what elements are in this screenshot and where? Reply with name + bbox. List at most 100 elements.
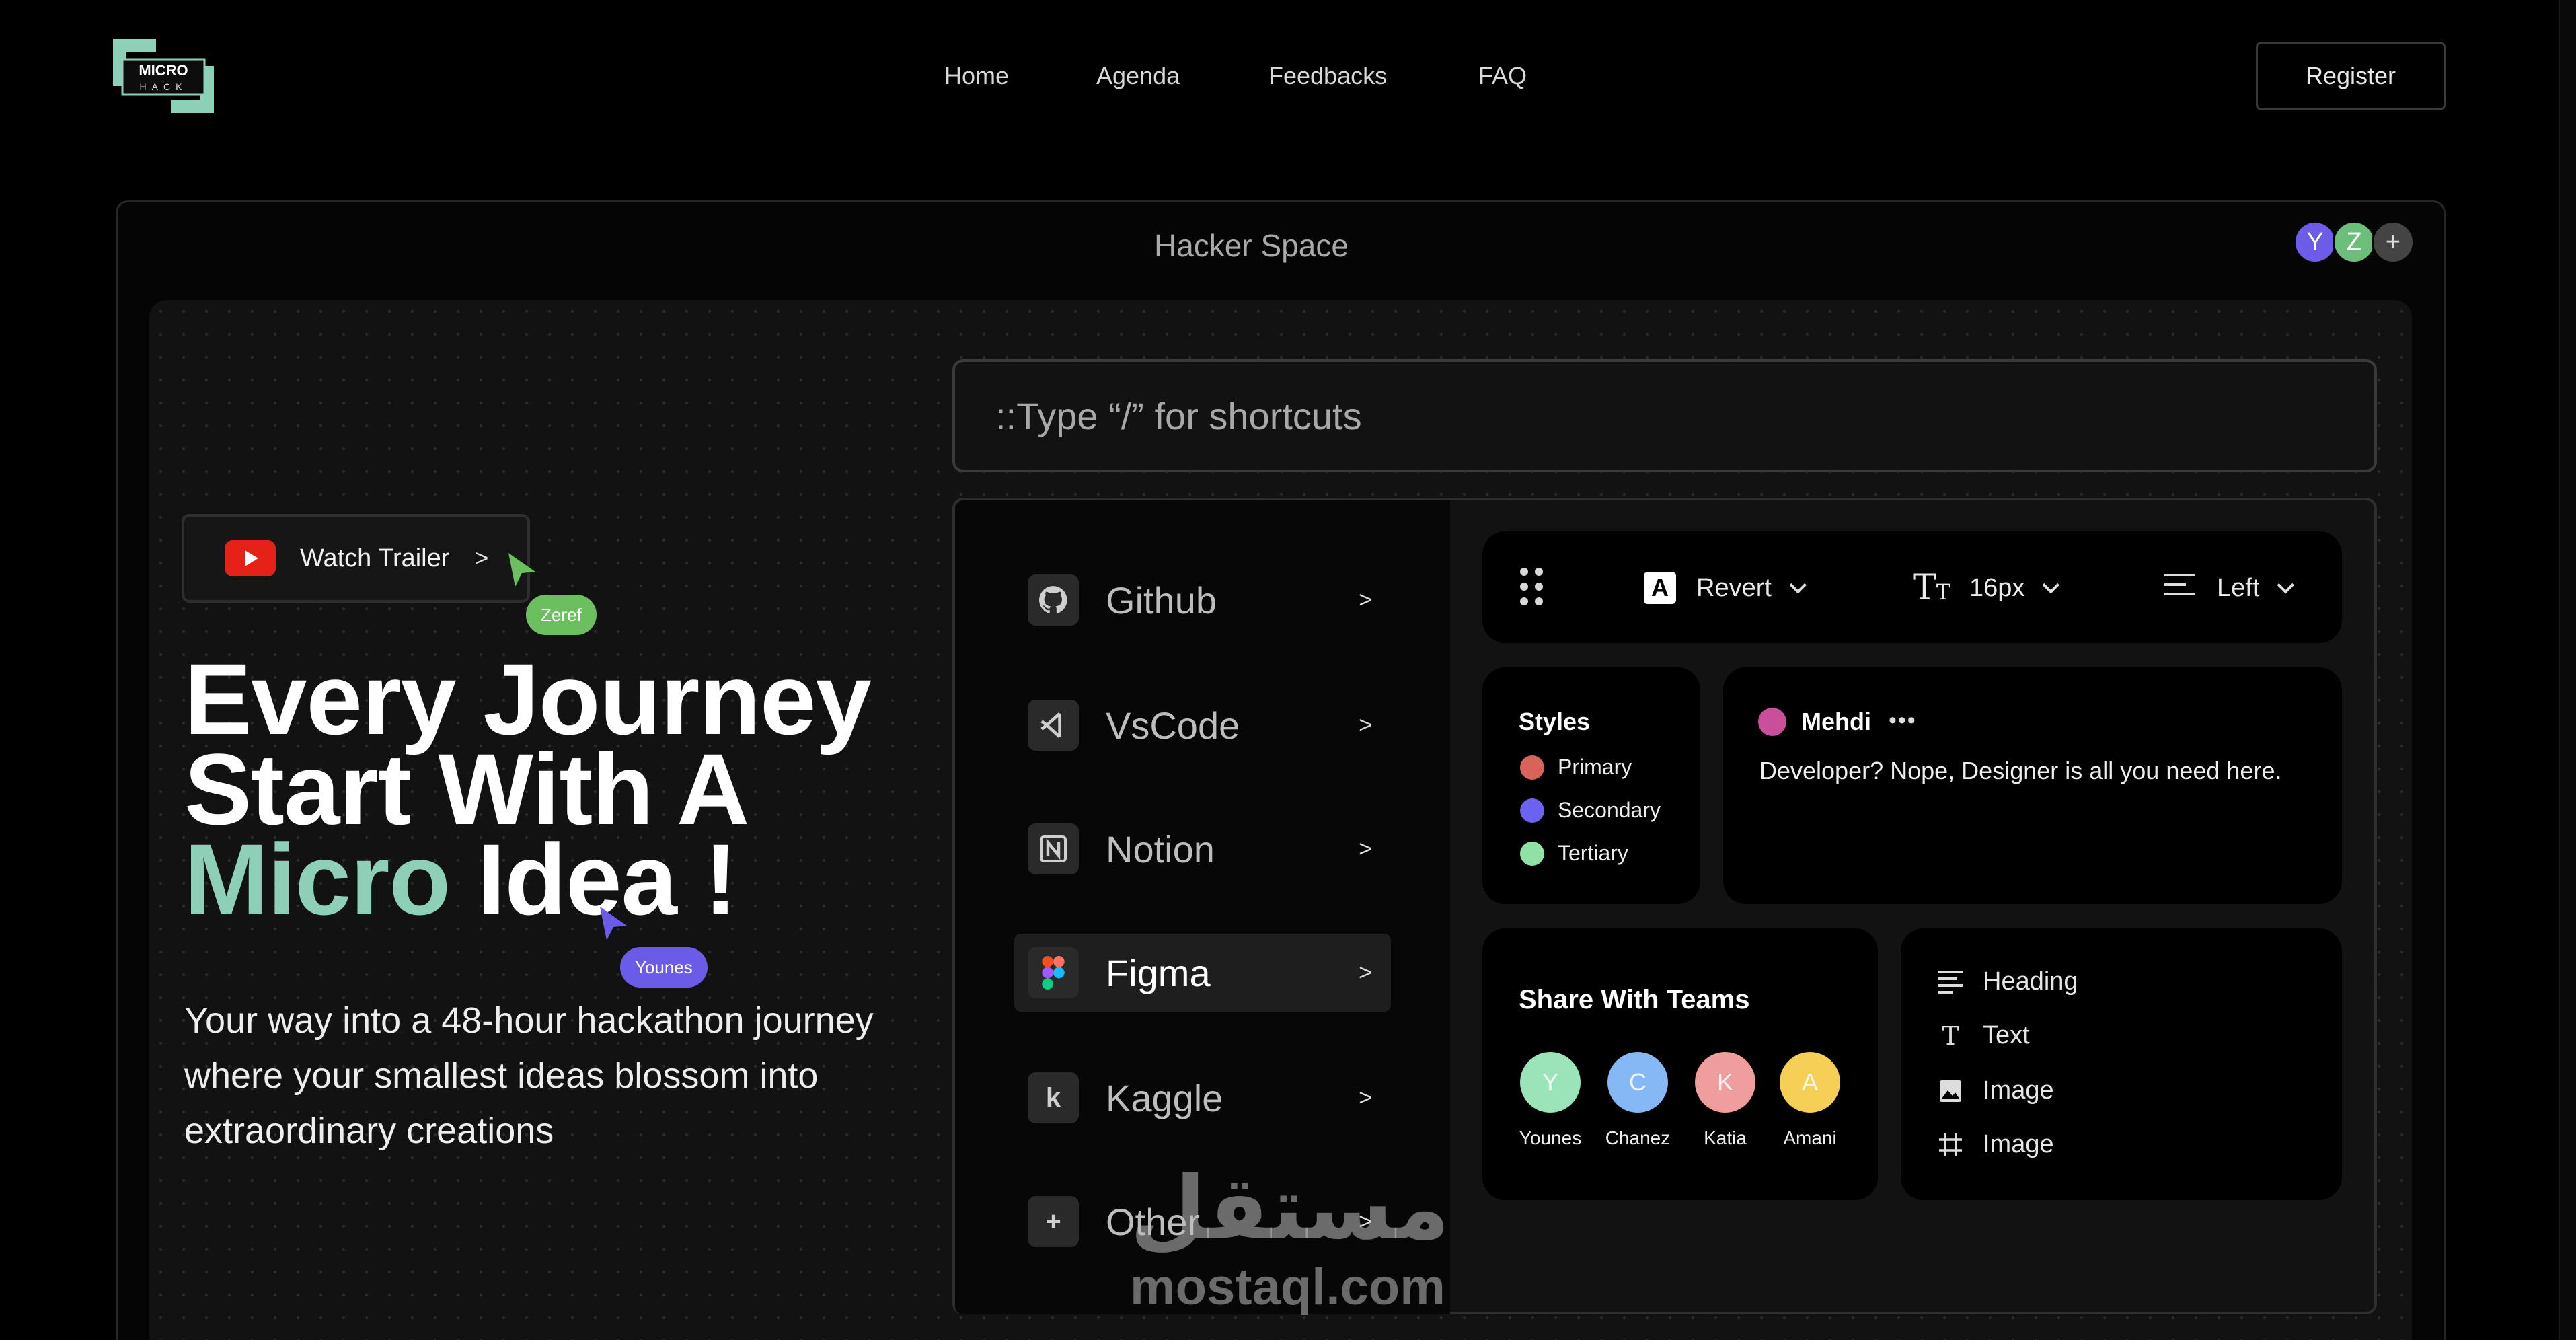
team-member-katia[interactable]: K Katia <box>1681 1052 1769 1149</box>
hero-title-line1: Every Journey <box>184 642 872 755</box>
font-dropdown-value: Revert <box>1696 573 1772 602</box>
nav-link-feedbacks[interactable]: Feedbacks <box>1268 62 1387 90</box>
watch-trailer-button[interactable]: Watch Trailer > <box>182 514 530 603</box>
styles-card <box>1482 667 1700 904</box>
style-label: Tertiary <box>1558 841 1628 865</box>
tool-label-github: Github <box>1106 579 1217 622</box>
nav-link-home[interactable]: Home <box>944 62 1009 90</box>
align-left-icon <box>2164 572 2195 603</box>
team-member-younes[interactable]: Y Younes <box>1507 1052 1594 1149</box>
plus-icon: + <box>1028 1196 1079 1247</box>
watermark-latin: mostaql.com <box>1130 1259 1445 1316</box>
add-collaborator-button[interactable]: + <box>2372 221 2415 264</box>
collaborator-avatar-z[interactable]: Z <box>2333 221 2376 264</box>
avatar: Y <box>1520 1052 1581 1113</box>
member-name: Katia <box>1704 1127 1747 1148</box>
member-name: Amani <box>1783 1127 1837 1148</box>
avatar: A <box>1780 1052 1840 1113</box>
hero-title-accent: Micro <box>184 823 451 936</box>
page-scrollbar[interactable] <box>2559 0 2576 1340</box>
chevron-right-icon: > <box>1359 959 1372 985</box>
style-item-primary[interactable]: Primary <box>1520 755 1632 780</box>
tool-item-notion[interactable]: Notion > <box>1014 810 1391 888</box>
drag-handle-icon[interactable] <box>1520 568 1544 607</box>
comment-message: Developer? Nope, Designer is all you nee… <box>1759 757 2282 784</box>
workspace-title: Hacker Space <box>1154 228 1349 263</box>
member-name: Chanez <box>1605 1127 1671 1148</box>
font-icon: A <box>1644 572 1676 604</box>
tool-item-vscode[interactable]: VsCode > <box>1014 686 1391 764</box>
chevron-right-icon: > <box>1359 1084 1372 1111</box>
block-label: Text <box>1983 1021 2030 1049</box>
member-name: Younes <box>1519 1127 1582 1148</box>
style-item-tertiary[interactable]: Tertiary <box>1520 841 1628 866</box>
avatar: K <box>1695 1052 1755 1113</box>
color-swatch <box>1520 798 1544 823</box>
hero-title: Every Journey Start With A Micro Idea ! <box>184 642 872 930</box>
cursor-tag-zeref: Zeref <box>526 595 597 635</box>
block-label: Image <box>1983 1076 2054 1105</box>
nav-link-faq[interactable]: FAQ <box>1478 62 1527 90</box>
text-icon: T <box>1942 1020 1959 1051</box>
tool-label-figma: Figma <box>1106 951 1211 994</box>
figma-icon <box>1028 947 1079 998</box>
tool-item-kaggle[interactable]: k Kaggle > <box>1014 1059 1391 1137</box>
image-icon <box>1937 1078 1964 1105</box>
cursor-pointer-icon <box>508 553 535 587</box>
register-button[interactable]: Register <box>2256 42 2446 110</box>
font-dropdown[interactable]: A Revert <box>1644 569 1807 607</box>
avatar: C <box>1607 1052 1668 1113</box>
micro-hack-logo[interactable]: MICRO HACK <box>113 39 214 113</box>
align-dropdown-value: Left <box>2217 573 2260 602</box>
youtube-icon <box>225 540 276 576</box>
cursor-tag-younes: Younes <box>620 947 708 988</box>
watermark-arabic: مستقل <box>1130 1157 1450 1259</box>
kaggle-icon: k <box>1028 1072 1079 1123</box>
frame-icon <box>1937 1131 1964 1158</box>
text-size-icon: TT <box>1913 568 1951 608</box>
logo-text-top: MICRO <box>139 62 188 79</box>
hero-subtitle: Your way into a 48-hour hackathon journe… <box>184 1000 874 1151</box>
nav-link-agenda[interactable]: Agenda <box>1096 62 1180 90</box>
watch-trailer-label: Watch Trailer <box>300 544 450 572</box>
tool-label-vscode: VsCode <box>1106 704 1240 747</box>
chevron-right-icon: > <box>1359 587 1372 613</box>
vscode-icon <box>1028 700 1079 751</box>
style-item-secondary[interactable]: Secondary <box>1520 798 1661 823</box>
team-member-amani[interactable]: A Amani <box>1766 1052 1854 1149</box>
team-member-chanez[interactable]: C Chanez <box>1594 1052 1681 1149</box>
shortcut-input[interactable] <box>952 359 2377 472</box>
tool-item-figma[interactable]: Figma > <box>1014 934 1391 1012</box>
logo-text-bottom: HACK <box>140 81 188 92</box>
collaborator-avatar-y[interactable]: Y <box>2294 221 2337 264</box>
align-dropdown[interactable]: Left <box>2164 569 2295 607</box>
block-label: Heading <box>1983 967 2078 996</box>
comment-author: Mehdi <box>1801 708 1871 735</box>
size-dropdown[interactable]: TT 16px <box>1913 568 2060 608</box>
style-label: Primary <box>1558 755 1632 779</box>
chevron-right-icon: > <box>1359 712 1372 738</box>
share-title: Share With Teams <box>1519 985 1750 1014</box>
tool-item-github[interactable]: Github > <box>1014 561 1391 639</box>
block-item-image[interactable]: Image <box>1937 1076 2054 1105</box>
hero-title-line2: Start With A <box>184 733 749 846</box>
color-swatch <box>1520 755 1544 780</box>
size-dropdown-value: 16px <box>1969 573 2025 602</box>
github-icon <box>1028 574 1079 626</box>
avatar <box>1758 708 1786 736</box>
notion-icon <box>1028 823 1079 874</box>
tool-label-kaggle: Kaggle <box>1106 1076 1223 1119</box>
block-label: Image <box>1983 1130 2054 1158</box>
block-item-frame[interactable]: Image <box>1937 1130 2054 1159</box>
tool-label-notion: Notion <box>1106 827 1215 870</box>
block-item-heading[interactable]: Heading <box>1937 967 2078 996</box>
heading-icon <box>1937 969 1964 996</box>
chevron-right-icon: > <box>475 545 489 571</box>
styles-title: Styles <box>1519 708 1591 735</box>
style-label: Secondary <box>1558 798 1661 822</box>
cursor-pointer-icon <box>600 907 627 940</box>
block-item-text[interactable]: T Text <box>1937 1020 2030 1051</box>
chevron-right-icon: > <box>1359 835 1372 862</box>
color-swatch <box>1520 841 1544 866</box>
more-options-icon[interactable]: ••• <box>1889 708 1917 734</box>
